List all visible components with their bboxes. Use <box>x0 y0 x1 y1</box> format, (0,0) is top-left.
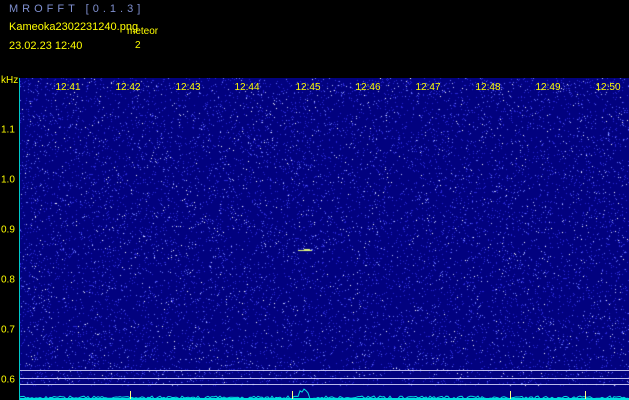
app-title: MROFFT [0.1.3] <box>9 3 145 15</box>
mrofft-window: MROFFT [0.1.3] Kameoka2302231240.png 23.… <box>0 0 629 400</box>
freq-label: 0.6 <box>1 374 15 386</box>
time-label: 12:47 <box>415 82 441 93</box>
timestamp: 23.02.23 12:40 <box>9 40 83 52</box>
freq-label: 0.8 <box>1 274 15 286</box>
time-label: 12:41 <box>55 82 81 93</box>
baseline-marker <box>510 391 511 399</box>
time-label: 12:43 <box>175 82 201 93</box>
meteor-label: meteor <box>127 26 159 37</box>
spectrogram-noise <box>20 78 629 400</box>
baseline-trace <box>20 388 629 400</box>
freq-label: 1.0 <box>1 174 15 186</box>
freq-unit-label: kHz <box>1 75 19 86</box>
time-label: 12:42 <box>115 82 141 93</box>
grid-line <box>20 370 629 371</box>
baseline-marker <box>130 391 131 399</box>
time-label: 12:48 <box>475 82 501 93</box>
baseline-marker <box>292 391 293 399</box>
spectrogram <box>20 78 629 400</box>
freq-label: 0.9 <box>1 224 15 236</box>
time-label: 12:44 <box>234 82 260 93</box>
time-label: 12:50 <box>595 82 621 93</box>
file-name: Kameoka2302231240.png <box>9 21 139 33</box>
freq-label: 1.1 <box>1 124 15 136</box>
time-label: 12:45 <box>295 82 321 93</box>
baseline-marker <box>585 391 586 399</box>
freq-axis-line <box>19 78 20 400</box>
grid-line <box>20 378 629 379</box>
signal-baseline <box>20 388 629 400</box>
freq-label: 0.7 <box>1 324 15 336</box>
meteor-count: 2 <box>135 40 141 51</box>
time-label: 12:49 <box>535 82 561 93</box>
time-label: 12:46 <box>355 82 381 93</box>
